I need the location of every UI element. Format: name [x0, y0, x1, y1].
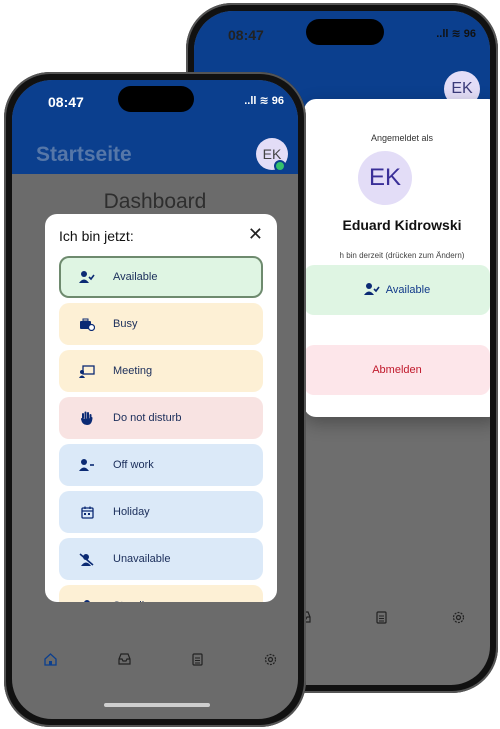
current-status-label: Available — [385, 284, 431, 296]
person-check-icon — [75, 268, 99, 286]
status-time: 08:47 — [228, 27, 264, 43]
calendar-icon — [75, 503, 99, 521]
status-option-label: Busy — [113, 318, 138, 330]
status-option-label: Off work — [113, 459, 154, 471]
account-popup: Angemeldet als EK Eduard Kidrowski h bin… — [304, 99, 490, 417]
status-indicators: ..ll ≋ 96 — [244, 95, 284, 107]
status-option-label: Do not disturb — [113, 412, 182, 424]
status-option-off-work[interactable]: Off work — [59, 444, 263, 486]
home-icon[interactable] — [44, 653, 57, 669]
logout-button[interactable]: Abmelden — [304, 345, 490, 395]
status-time: 08:47 — [48, 94, 84, 110]
status-option-holiday[interactable]: Holiday — [59, 491, 263, 533]
status-option-label: Unavailable — [113, 553, 171, 565]
person-check-icon — [363, 282, 380, 298]
gear-icon[interactable] — [452, 611, 465, 627]
home-indicator[interactable] — [104, 703, 210, 707]
status-option-busy[interactable]: Busy — [59, 303, 263, 345]
status-option-label: Meeting — [113, 365, 153, 377]
user-name: Eduard Kidrowski — [342, 217, 462, 233]
status-option-label: Standby — [113, 600, 153, 602]
dynamic-island — [306, 19, 384, 45]
status-option-available[interactable]: Available — [59, 256, 263, 298]
front-phone: 08:47 ..ll ≋ 96 Startseite EK Dashboard … — [4, 72, 306, 727]
clipboard-icon[interactable] — [192, 653, 203, 669]
status-hint: h bin derzeit (drücken zum Ändern) — [339, 251, 465, 260]
person-off-icon — [75, 550, 99, 568]
front-phone-screen: 08:47 ..ll ≋ 96 Startseite EK Dashboard … — [12, 80, 298, 719]
status-indicators: ..ll ≋ 96 — [436, 28, 476, 40]
status-option-label: Available — [113, 271, 158, 283]
gear-icon[interactable] — [264, 653, 277, 669]
status-option-standby[interactable]: Standby — [59, 585, 263, 602]
status-option-do-not-disturb[interactable]: Do not disturb — [59, 397, 263, 439]
clipboard-icon[interactable] — [376, 611, 387, 627]
status-option-meeting[interactable]: Meeting — [59, 350, 263, 392]
close-icon[interactable]: ✕ — [248, 224, 263, 245]
person-minus-icon — [75, 456, 99, 474]
briefcase-clock-icon — [75, 315, 99, 333]
status-option-unavailable[interactable]: Unavailable — [59, 538, 263, 580]
online-status-dot — [274, 160, 286, 172]
presentation-icon — [75, 362, 99, 380]
dashboard-heading: Dashboard — [103, 190, 207, 213]
bottom-nav — [12, 653, 298, 677]
signed-in-label: Angemeldet als — [370, 133, 434, 143]
status-list: Available Busy Meeting Do not disturb Off wo… — [59, 256, 263, 602]
current-status-button[interactable]: Available — [304, 265, 490, 315]
page-title: Startseite — [36, 143, 132, 166]
modal-title: Ich bin jetzt: — [59, 228, 134, 244]
app-header: 08:47 ..ll ≋ 96 Startseite EK — [12, 80, 298, 174]
account-avatar: EK — [358, 151, 412, 205]
status-option-label: Holiday — [113, 506, 150, 518]
hand-icon — [75, 409, 99, 427]
inbox-icon[interactable] — [118, 653, 131, 668]
status-picker-modal: Ich bin jetzt: ✕ Available Busy Meeting Do … — [45, 214, 277, 602]
person-icon — [75, 597, 99, 602]
dynamic-island — [118, 86, 194, 112]
